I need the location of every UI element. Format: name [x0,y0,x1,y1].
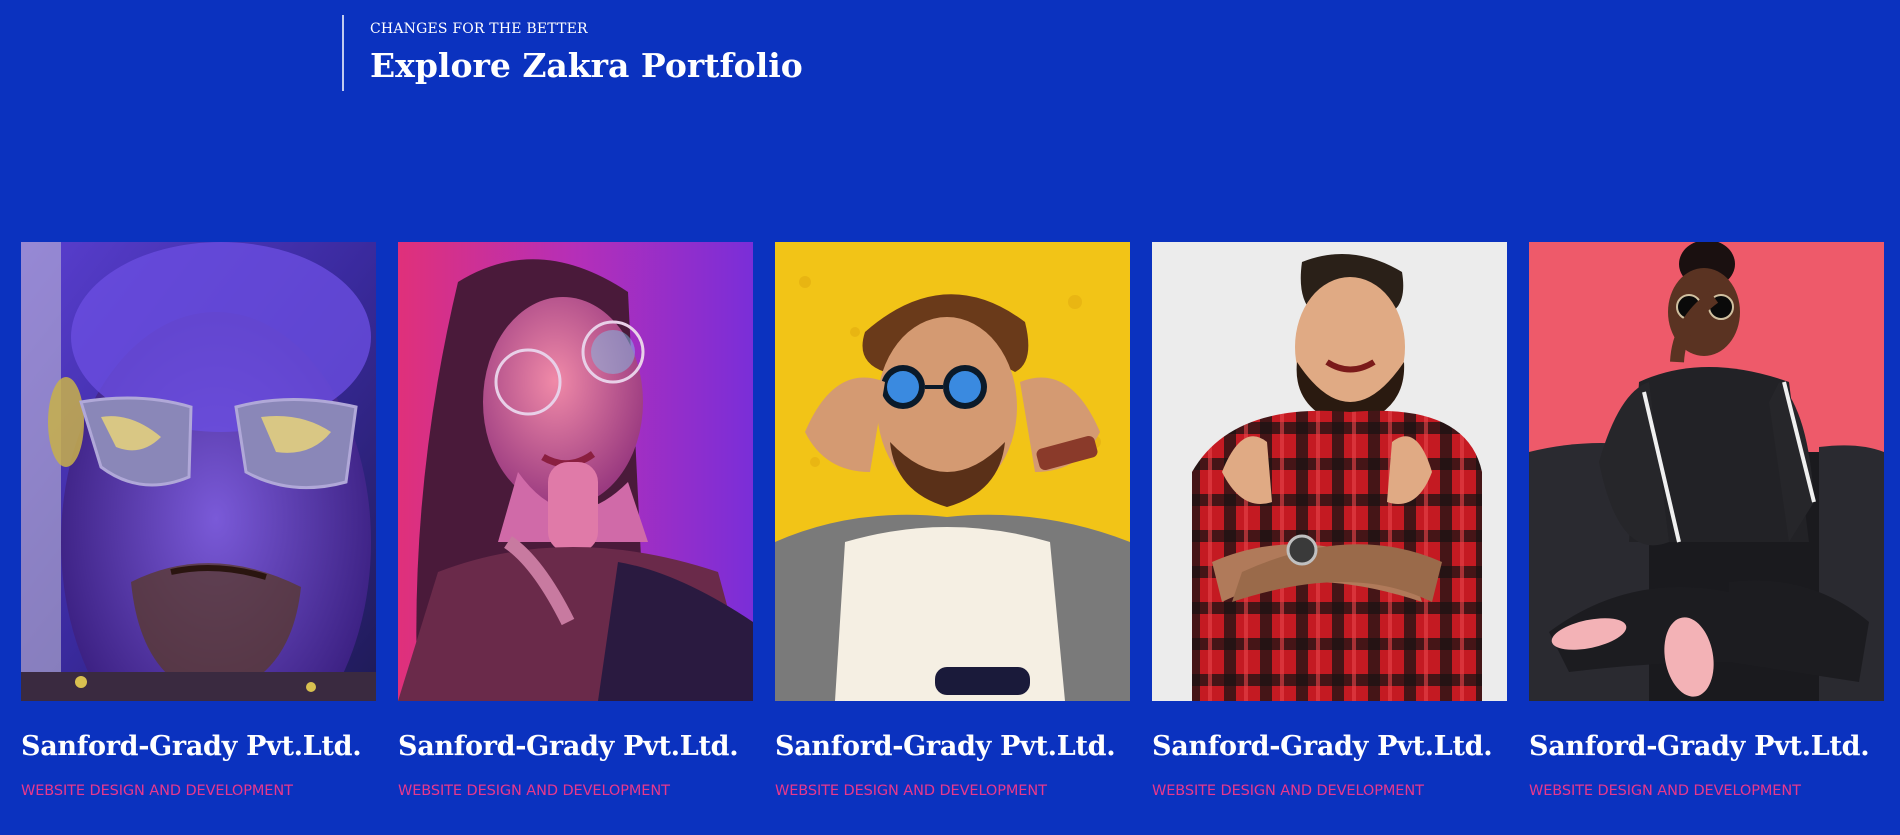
portfolio-image-link[interactable] [775,242,1130,701]
portrait-neon-woman-image [398,242,753,701]
portfolio-card: Sanford-Grady Pvt.Ltd. WEBSITE DESIGN AN… [1529,242,1884,800]
section-kicker: CHANGES FOR THE BETTER [370,21,588,37]
portfolio-grid: Sanford-Grady Pvt.Ltd. WEBSITE DESIGN AN… [21,242,1891,822]
section-title: Explore Zakra Portfolio [370,46,803,85]
portfolio-card-title[interactable]: Sanford-Grady Pvt.Ltd. [398,730,753,764]
portfolio-card-category[interactable]: WEBSITE DESIGN AND DEVELOPMENT [21,782,376,800]
portfolio-image-link[interactable] [1529,242,1884,701]
portfolio-card-category[interactable]: WEBSITE DESIGN AND DEVELOPMENT [398,782,753,800]
portfolio-card: Sanford-Grady Pvt.Ltd. WEBSITE DESIGN AN… [398,242,753,800]
portfolio-card-category[interactable]: WEBSITE DESIGN AND DEVELOPMENT [1529,782,1884,800]
portrait-woman-sofa-image [1529,242,1884,701]
portrait-purple-powder-image [21,242,376,701]
portfolio-image-link[interactable] [21,242,376,701]
section-heading: CHANGES FOR THE BETTER Explore Zakra Por… [342,15,803,91]
portfolio-image-link[interactable] [398,242,753,701]
portfolio-card-category[interactable]: WEBSITE DESIGN AND DEVELOPMENT [775,782,1130,800]
portrait-plaid-shirt-man-image [1152,242,1507,701]
portfolio-card: Sanford-Grady Pvt.Ltd. WEBSITE DESIGN AN… [21,242,376,800]
portfolio-card-title[interactable]: Sanford-Grady Pvt.Ltd. [21,730,376,764]
portfolio-card-category[interactable]: WEBSITE DESIGN AND DEVELOPMENT [1152,782,1507,800]
portfolio-card-title[interactable]: Sanford-Grady Pvt.Ltd. [775,730,1130,764]
portfolio-card: Sanford-Grady Pvt.Ltd. WEBSITE DESIGN AN… [775,242,1130,800]
portfolio-card: Sanford-Grady Pvt.Ltd. WEBSITE DESIGN AN… [1152,242,1507,800]
portfolio-card-title[interactable]: Sanford-Grady Pvt.Ltd. [1529,730,1884,764]
portrait-sunglasses-yellow-wall-image [775,242,1130,701]
portfolio-image-link[interactable] [1152,242,1507,701]
portfolio-card-title[interactable]: Sanford-Grady Pvt.Ltd. [1152,730,1507,764]
